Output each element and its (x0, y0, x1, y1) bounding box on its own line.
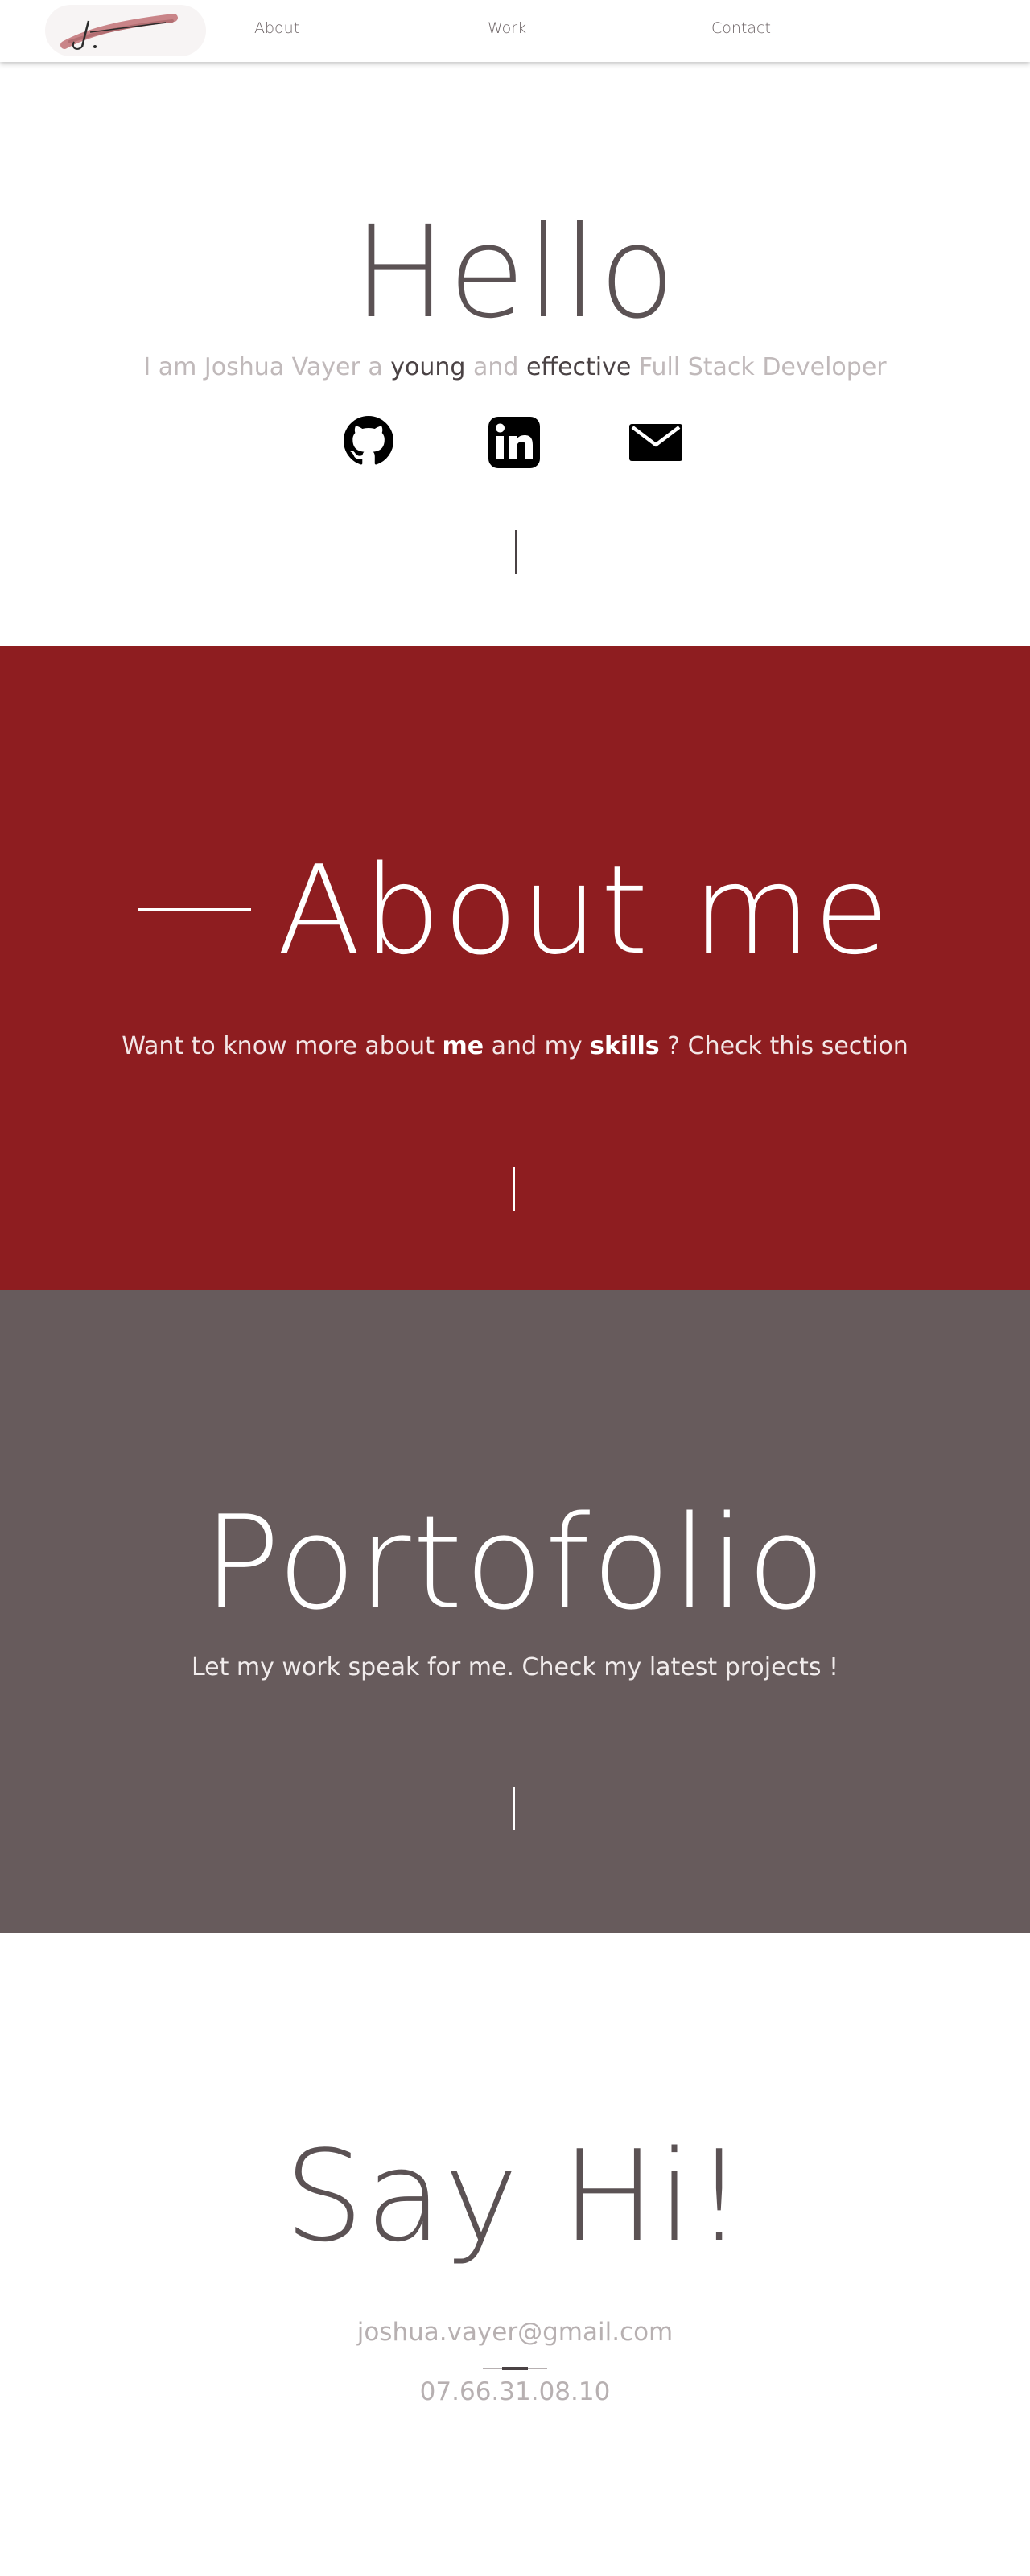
scroll-indicator[interactable] (513, 1787, 515, 1830)
mail-icon (629, 424, 682, 461)
tagline-emphasis: young (390, 353, 466, 381)
hero-title: Hello (352, 199, 678, 347)
work-title: Portofolio (202, 1488, 828, 1638)
scroll-indicator[interactable] (513, 1167, 515, 1211)
contact-section: Say Hi! joshua.vayer@gmail.com 07.66.31.… (0, 1933, 1030, 2576)
contact-phone[interactable]: 07.66.31.08.10 (0, 2377, 1030, 2406)
tagline-text: and (465, 353, 526, 381)
contact-divider (483, 2367, 547, 2370)
work-section: Portofolio Let my work speak for me. Che… (0, 1290, 1030, 1933)
hero-section: Hello I am Joshua Vayer a young and effe… (0, 62, 1030, 646)
social-links (0, 416, 1030, 480)
hero-tagline: I am Joshua Vayer a young and effective … (0, 353, 1030, 381)
about-title-text: About me (277, 839, 892, 981)
contact-title: Say Hi! (284, 2123, 746, 2269)
linkedin-icon (488, 417, 540, 468)
top-navbar: About Work Contact (0, 0, 1030, 62)
nav-link-contact[interactable]: Contact (711, 19, 771, 37)
email-link[interactable] (629, 424, 682, 464)
contact-email[interactable]: joshua.vayer@gmail.com (0, 2318, 1030, 2347)
tagline-emphasis: me (442, 1032, 484, 1060)
tagline-text: and my (484, 1032, 591, 1060)
tagline-emphasis: skills (590, 1032, 660, 1060)
tagline-text: Full Stack Developer (631, 353, 887, 381)
linkedin-link[interactable] (488, 416, 541, 472)
about-section: About me Want to know more about me and … (0, 646, 1030, 1290)
tagline-text: Want to know more about (122, 1032, 443, 1060)
github-link[interactable] (344, 416, 393, 469)
scroll-indicator[interactable] (515, 530, 517, 574)
logo-brush-icon (60, 14, 178, 50)
title-dash (138, 908, 252, 911)
about-tagline: Want to know more about me and my skills… (0, 1032, 1030, 1060)
github-icon (344, 416, 393, 465)
tagline-text: I am Joshua Vayer a (143, 353, 391, 381)
tagline-emphasis: effective (525, 353, 632, 381)
divider-accent (502, 2367, 528, 2370)
work-tagline: Let my work speak for me. Check my lates… (191, 1653, 839, 1681)
nav-link-work[interactable]: Work (488, 19, 526, 37)
about-title: About me (0, 839, 1030, 981)
tagline-text: ? Check this section (659, 1032, 908, 1060)
logo[interactable] (45, 5, 206, 56)
nav-link-about[interactable]: About (254, 19, 299, 37)
